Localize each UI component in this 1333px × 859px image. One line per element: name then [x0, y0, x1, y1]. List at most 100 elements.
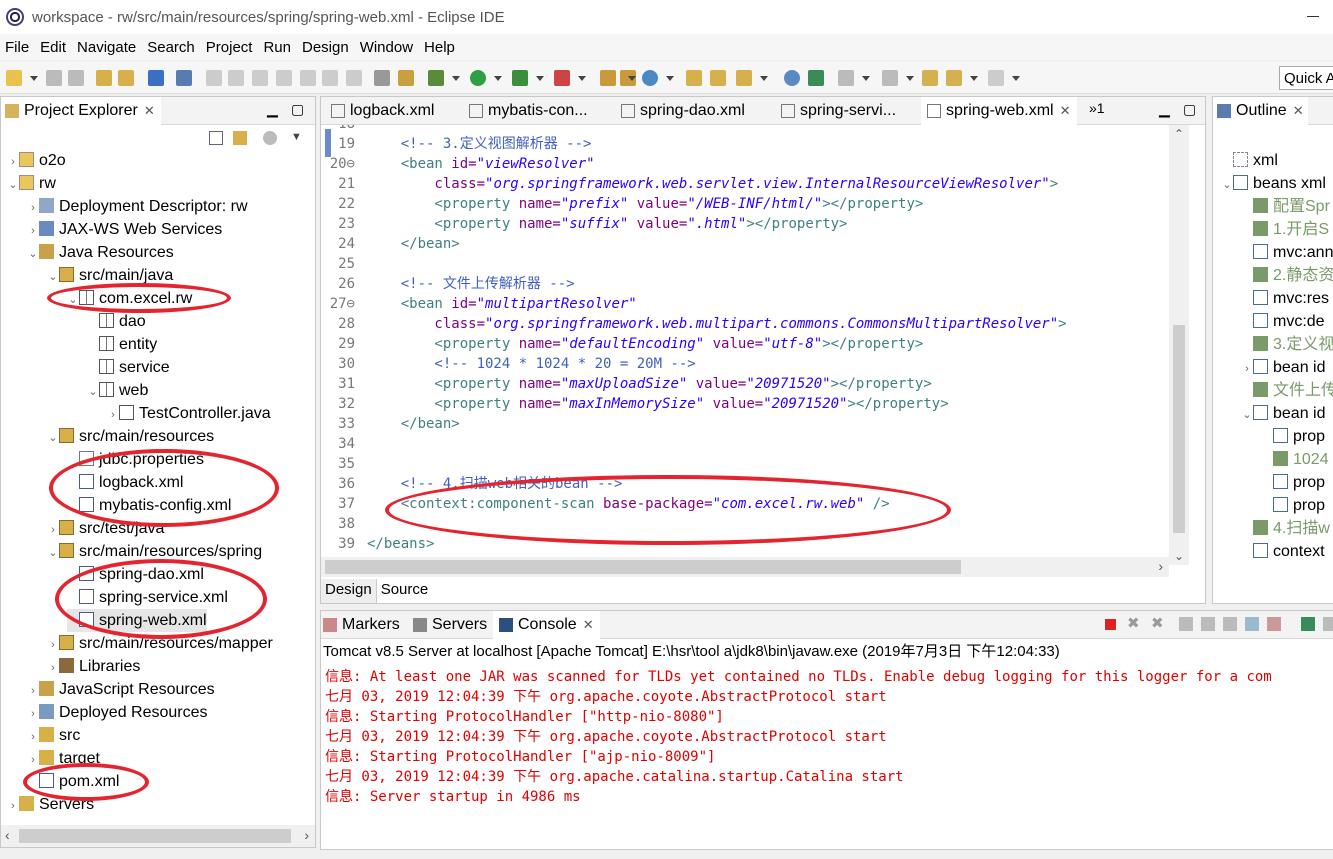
step-into-icon[interactable] [300, 70, 316, 86]
search-tool-icon[interactable] [736, 70, 752, 86]
menu-edit[interactable]: Edit [35, 39, 72, 56]
suspend-icon[interactable] [228, 70, 244, 86]
external-tools-icon[interactable] [554, 70, 570, 86]
code-line[interactable]: <bean id="viewResolver" [367, 154, 595, 174]
back-dropdown-icon[interactable] [970, 76, 978, 81]
run-server-icon[interactable] [512, 70, 528, 86]
new-icon[interactable] [6, 70, 22, 86]
tree-item[interactable]: › src [27, 724, 80, 747]
tree-item[interactable]: ⌄ Java Resources [27, 241, 174, 264]
tree-item[interactable]: jdbc.properties [67, 448, 204, 471]
source-editor[interactable]: 1819 <!-- 3.定义视图解析器 -->20⊖ <bean id="vie… [321, 125, 1169, 565]
chevron-down-icon[interactable]: ⌄ [47, 266, 59, 289]
outline-item[interactable]: mvc:ann [1241, 241, 1333, 264]
tree-item[interactable]: › Deployed Resources [27, 701, 208, 724]
outline-item[interactable]: 1024 [1261, 448, 1329, 471]
chevron-right-icon[interactable]: › [47, 519, 59, 542]
tree-item[interactable]: › src/test/java [47, 517, 164, 540]
external-tools-dropdown-icon[interactable] [578, 76, 586, 81]
chevron-right-icon[interactable]: › [27, 220, 39, 243]
horizontal-scrollbar[interactable]: ‹ › [1, 825, 315, 847]
tab-source[interactable]: Source [376, 579, 433, 603]
maximize-view-icon[interactable]: ▢ [291, 101, 304, 118]
tree-item[interactable]: › Servers [7, 793, 94, 816]
debug-dropdown-icon[interactable] [452, 76, 460, 81]
menu-file[interactable]: File [0, 39, 35, 56]
terminal-icon[interactable] [148, 70, 164, 86]
outline-item[interactable]: ⌄ bean id [1241, 402, 1326, 425]
close-icon[interactable]: ✕ [1293, 103, 1304, 119]
chevron-down-icon[interactable]: ⌄ [47, 542, 59, 565]
browser-icon[interactable] [784, 70, 800, 86]
code-line[interactable]: <property name="maxInMemorySize" value="… [367, 394, 948, 414]
tree-item[interactable]: › TestController.java [107, 402, 271, 425]
debug-icon[interactable] [428, 70, 444, 86]
outline-item[interactable]: xml [1221, 149, 1278, 172]
terminate-icon[interactable] [1105, 619, 1116, 630]
new-class-dropdown-icon[interactable] [666, 76, 674, 81]
tab-markers[interactable]: Markers [323, 611, 400, 639]
back-icon[interactable] [946, 70, 962, 86]
minimize-view-icon[interactable]: ▁ [1159, 101, 1170, 118]
tree-item[interactable]: ⌄ src/main/java [47, 264, 173, 287]
code-line[interactable]: <!-- 4.扫描web相关的bean --> [367, 474, 623, 494]
outline-item[interactable]: context [1241, 540, 1325, 563]
pin-console-icon[interactable] [1301, 617, 1315, 631]
maximize-view-icon[interactable]: ▢ [1183, 101, 1196, 118]
menu-window[interactable]: Window [355, 39, 419, 56]
collapse-all-icon[interactable] [209, 131, 223, 145]
skip-breakpoints-icon[interactable] [176, 70, 192, 86]
chevron-right-icon[interactable]: › [47, 657, 59, 680]
tree-item[interactable]: › Deployment Descriptor: rw [27, 195, 248, 218]
code-line[interactable]: <!-- 1024 * 1024 * 20 = 20M --> [367, 354, 695, 374]
new-package-dropdown-icon[interactable] [628, 76, 636, 81]
outline-item[interactable]: › bean id [1241, 356, 1326, 379]
chevron-down-icon[interactable]: ⌄ [1241, 404, 1253, 427]
tree-item[interactable]: ⌄ web [87, 379, 148, 402]
last-edit-icon[interactable] [922, 70, 938, 86]
display-console-icon[interactable] [1323, 617, 1333, 631]
open-resource-icon[interactable] [118, 70, 134, 86]
chevron-down-icon[interactable]: ⌄ [47, 427, 59, 450]
search-tool-dropdown-icon[interactable] [760, 76, 768, 81]
drop-to-frame-icon[interactable] [374, 70, 390, 86]
code-line[interactable]: class="org.springframework.web.servlet.v… [367, 174, 1058, 194]
minimize-window-button[interactable] [1307, 16, 1319, 17]
step-over-icon[interactable] [322, 70, 338, 86]
tab-design[interactable]: Design [321, 579, 377, 603]
code-line[interactable]: <property name="prefix" value="/WEB-INF/… [367, 194, 923, 214]
new-dropdown-icon[interactable] [30, 76, 38, 81]
chevron-down-icon[interactable]: ⌄ [87, 381, 99, 404]
tree-item[interactable]: › Libraries [47, 655, 140, 678]
new-java-project-icon[interactable] [600, 70, 616, 86]
chevron-down-icon[interactable]: ⌄ [27, 243, 39, 266]
tree-item[interactable]: › JavaScript Resources [27, 678, 215, 701]
chevron-right-icon[interactable]: › [27, 726, 39, 749]
chevron-right-icon[interactable]: › [7, 795, 19, 818]
code-line[interactable]: <property name="defaultEncoding" value="… [367, 334, 923, 354]
tab-mybatis-config-xml[interactable]: mybatis-con... [469, 97, 588, 125]
code-line[interactable]: <property name="maxUploadSize" value="20… [367, 374, 931, 394]
show-stdout-icon[interactable] [1245, 617, 1259, 631]
horizontal-scrollbar[interactable]: › [321, 557, 1169, 577]
close-icon[interactable]: ✕ [583, 617, 594, 633]
tab-spring-web-xml[interactable]: spring-web.xml ✕ [921, 97, 1077, 125]
new-class-icon[interactable] [642, 70, 658, 86]
filters-icon[interactable] [263, 131, 277, 145]
tree-item[interactable]: mybatis-config.xml [67, 494, 231, 517]
tab-spring-dao-xml[interactable]: spring-dao.xml [621, 97, 745, 125]
show-stderr-icon[interactable] [1267, 617, 1281, 631]
close-icon[interactable]: ✕ [1060, 103, 1071, 119]
scrollbar-thumb[interactable] [1173, 325, 1185, 533]
tree-item[interactable]: dao [87, 310, 146, 333]
chevron-right-icon[interactable]: › [27, 749, 39, 772]
code-line[interactable]: <bean id="multipartResolver" [367, 294, 637, 314]
chevron-down-icon[interactable]: ⌄ [67, 289, 79, 312]
tree-item[interactable]: › o2o [7, 149, 66, 172]
scroll-lock-icon[interactable] [1201, 617, 1215, 631]
menu-navigate[interactable]: Navigate [72, 39, 142, 56]
tab-servers[interactable]: Servers [413, 611, 487, 639]
chevron-right-icon[interactable]: › [27, 703, 39, 726]
terminate-icon[interactable] [252, 70, 268, 86]
tab-logback-xml[interactable]: logback.xml [331, 97, 434, 125]
